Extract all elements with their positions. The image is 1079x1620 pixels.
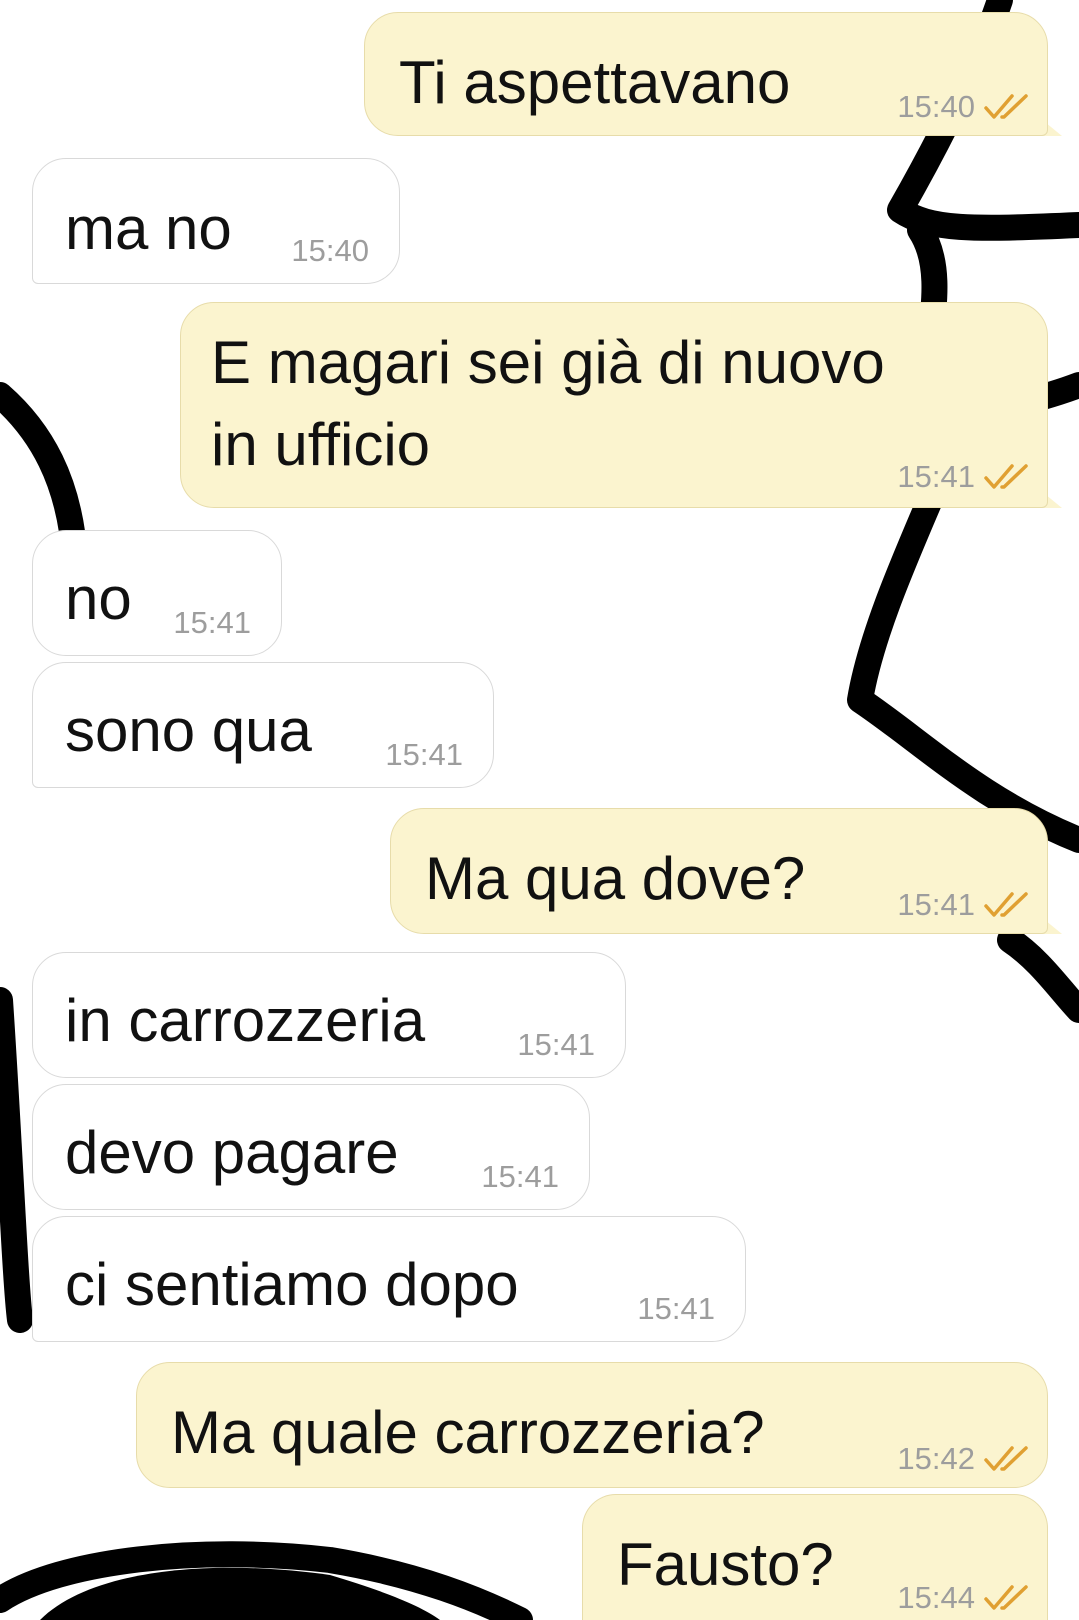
message-bubble-outgoing[interactable]: Fausto? 15:44 (582, 1494, 1048, 1620)
message-text: in carrozzeria (65, 987, 426, 1054)
message-time: 15:41 (897, 887, 975, 922)
message-meta: 15:41 (517, 1027, 595, 1063)
message-text-line: E magari sei già di nuovo (211, 329, 885, 396)
read-double-tick-icon (984, 892, 1028, 917)
message-text: devo pagare (65, 1119, 399, 1186)
message-bubble-incoming[interactable]: sono qua 15:41 (32, 662, 494, 788)
message-time: 15:40 (897, 89, 975, 124)
message-bubble-incoming[interactable]: devo pagare 15:41 (32, 1084, 590, 1210)
message-bubble-incoming[interactable]: no 15:41 (32, 530, 282, 656)
message-meta: 15:42 (897, 1441, 1029, 1477)
message-text: ci sentiamo dopo (65, 1251, 519, 1318)
message-text: Ma quale carrozzeria? (171, 1399, 765, 1466)
message-text-line: in ufficio (211, 411, 431, 478)
message-bubble-incoming[interactable]: in carrozzeria 15:41 (32, 952, 626, 1078)
message-meta: 15:41 (481, 1159, 559, 1195)
message-bubble-incoming[interactable]: ma no 15:40 (32, 158, 400, 284)
message-time: 15:41 (637, 1291, 715, 1326)
message-text: no (65, 565, 132, 632)
message-time: 15:41 (481, 1159, 559, 1194)
read-double-tick-icon (984, 94, 1028, 119)
message-meta: 15:41 (897, 887, 1029, 923)
message-time: 15:41 (517, 1027, 595, 1062)
message-text: Ti aspettavano (399, 49, 791, 116)
message-text: Fausto? (617, 1531, 834, 1598)
message-bubble-outgoing[interactable]: Ti aspettavano 15:40 (364, 12, 1048, 136)
message-bubble-outgoing[interactable]: Ma qua dove? 15:41 (390, 808, 1048, 934)
message-bubble-incoming[interactable]: ci sentiamo dopo 15:41 (32, 1216, 746, 1342)
message-meta: 15:40 (897, 89, 1029, 125)
message-time: 15:44 (897, 1580, 975, 1615)
message-meta: 15:41 (173, 605, 251, 641)
message-meta: 15:40 (291, 233, 369, 269)
message-meta: 15:44 (897, 1580, 1029, 1616)
message-bubble-outgoing[interactable]: E magari sei già di nuovo in ufficio 15:… (180, 302, 1048, 508)
message-time: 15:41 (385, 737, 463, 772)
read-double-tick-icon (984, 1446, 1028, 1471)
message-time: 15:41 (173, 605, 251, 640)
message-time: 15:40 (291, 233, 369, 268)
message-time: 15:42 (897, 1441, 975, 1476)
message-meta: 15:41 (385, 737, 463, 773)
message-text: ma no (65, 195, 232, 262)
message-bubble-outgoing[interactable]: Ma quale carrozzeria? 15:42 (136, 1362, 1048, 1488)
message-meta: 15:41 (637, 1291, 715, 1327)
message-meta: 15:41 (897, 459, 1029, 495)
message-text: sono qua (65, 697, 312, 764)
read-double-tick-icon (984, 1585, 1028, 1610)
message-text: Ma qua dove? (425, 845, 806, 912)
message-time: 15:41 (897, 459, 975, 494)
read-double-tick-icon (984, 464, 1028, 489)
